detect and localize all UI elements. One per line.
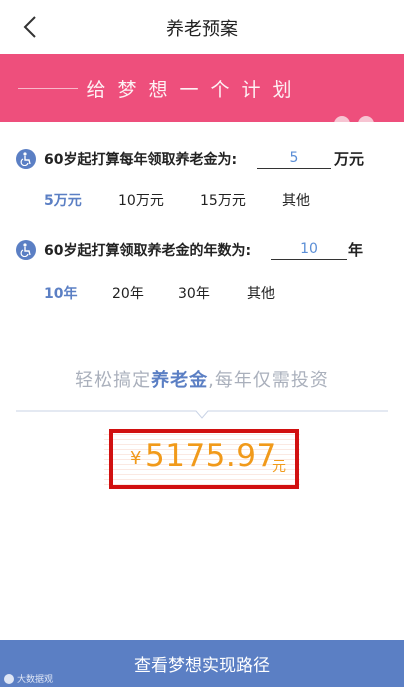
option-other[interactable]: 其他 <box>282 190 310 210</box>
question-2-options: 10年 20年 30年 其他 <box>0 283 404 307</box>
watermark-logo-icon <box>4 673 14 684</box>
option-5wan[interactable]: 5万元 <box>44 190 82 210</box>
option-15wan[interactable]: 15万元 <box>200 190 246 210</box>
annual-investment-amount: 5175.97 <box>145 438 277 474</box>
amount-unit: 元 <box>272 459 286 475</box>
tagline: 轻松搞定养老金,每年仅需投资 <box>0 366 404 392</box>
question-1-label: 60岁起打算每年领取养老金为: <box>44 152 238 168</box>
divider <box>16 410 388 419</box>
header-bar: 养老预案 <box>0 0 404 54</box>
option-20nian[interactable]: 20年 <box>112 283 144 303</box>
tagline-highlight: 养老金 <box>151 370 209 391</box>
banner: 给梦想一个计划 <box>0 54 404 170</box>
question-2-unit: 年 <box>348 241 364 259</box>
question-1-unit: 万元 <box>334 150 365 168</box>
option-30nian[interactable]: 30年 <box>178 283 210 303</box>
option-10wan[interactable]: 10万元 <box>118 190 164 210</box>
wheelchair-icon <box>16 149 36 169</box>
question-1-options: 5万元 10万元 15万元 其他 <box>0 190 404 214</box>
form-card: 60岁起打算每年领取养老金为: 5 万元 5万元 10万元 15万元 其他 60… <box>0 122 404 640</box>
question-1-row: 60岁起打算每年领取养老金为: <box>16 149 237 169</box>
banner-slogan: 给梦想一个计划 <box>86 79 304 101</box>
option-other[interactable]: 其他 <box>247 283 275 303</box>
tagline-suffix: ,每年仅需投资 <box>208 370 329 391</box>
view-path-button-label: 查看梦想实现路径 <box>134 656 270 676</box>
result-area: ¥ 5175.97 元 <box>0 429 404 489</box>
view-path-button[interactable]: 查看梦想实现路径 <box>0 640 404 687</box>
question-2-label: 60岁起打算领取养老金的年数为: <box>44 243 252 259</box>
pension-years-input[interactable]: 10 <box>271 238 347 260</box>
option-10nian[interactable]: 10年 <box>44 283 77 303</box>
watermark: 大数据观 <box>4 672 53 685</box>
question-2-row: 60岁起打算领取养老金的年数为: <box>16 240 251 260</box>
wheelchair-icon <box>16 240 36 260</box>
currency-symbol: ¥ <box>130 448 142 469</box>
page-title: 养老预案 <box>166 19 238 40</box>
watermark-text: 大数据观 <box>17 675 54 685</box>
tagline-prefix: 轻松搞定 <box>75 370 152 391</box>
pension-amount-input[interactable]: 5 <box>257 147 331 169</box>
